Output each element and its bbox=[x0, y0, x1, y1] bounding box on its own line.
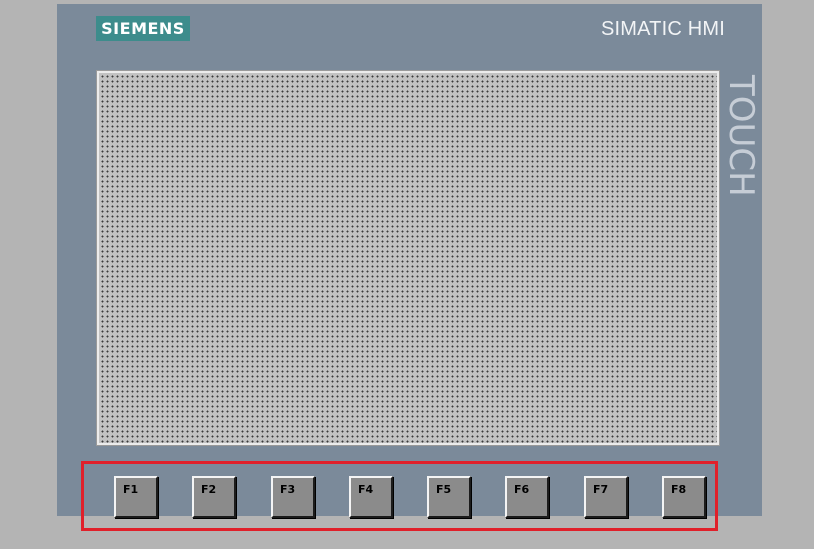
function-key-f7[interactable]: F7 bbox=[584, 476, 628, 518]
hmi-device-frame: SIEMENS SIMATIC HMI TOUCH bbox=[57, 4, 762, 516]
siemens-logo: SIEMENS bbox=[96, 16, 190, 41]
touch-label: TOUCH bbox=[721, 75, 761, 197]
function-key-label: F3 bbox=[280, 483, 296, 496]
function-key-f6[interactable]: F6 bbox=[505, 476, 549, 518]
function-key-f2[interactable]: F2 bbox=[192, 476, 236, 518]
function-key-label: F5 bbox=[436, 483, 452, 496]
function-key-label: F6 bbox=[514, 483, 530, 496]
function-key-f3[interactable]: F3 bbox=[271, 476, 315, 518]
function-key-label: F8 bbox=[671, 483, 687, 496]
model-title: SIMATIC HMI bbox=[600, 18, 725, 40]
function-key-label: F1 bbox=[123, 483, 139, 496]
function-key-f1[interactable]: F1 bbox=[114, 476, 158, 518]
function-key-label: F2 bbox=[201, 483, 217, 496]
function-key-f5[interactable]: F5 bbox=[427, 476, 471, 518]
function-key-strip: F1 F2 F3 F4 F5 F6 F7 F8 bbox=[81, 461, 718, 531]
function-key-f4[interactable]: F4 bbox=[349, 476, 393, 518]
function-key-label: F7 bbox=[593, 483, 609, 496]
hmi-editor-canvas: SIEMENS SIMATIC HMI TOUCH F1 F2 F3 F4 F5… bbox=[0, 0, 814, 549]
function-key-f8[interactable]: F8 bbox=[662, 476, 706, 518]
function-key-label: F4 bbox=[358, 483, 374, 496]
hmi-screen-area[interactable] bbox=[96, 70, 720, 446]
